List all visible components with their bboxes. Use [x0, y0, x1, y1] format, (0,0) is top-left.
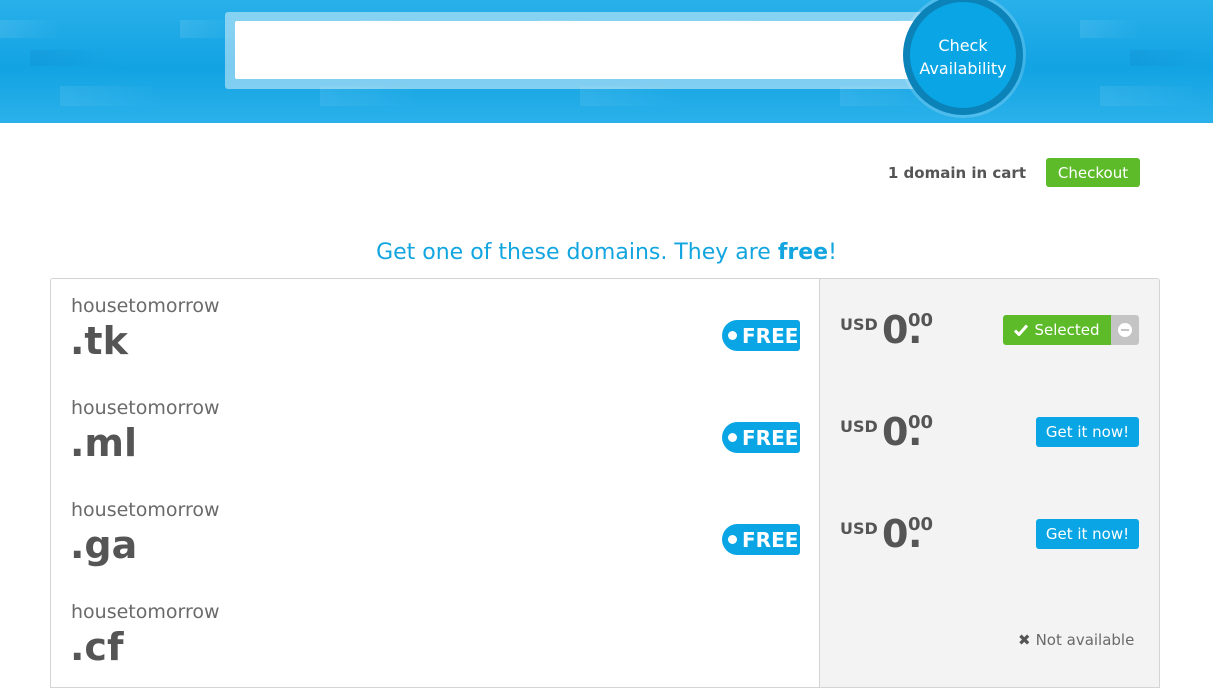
price-currency: USD	[840, 519, 878, 538]
domain-row: housetomorrow .ml FREE USD 0 . 00 Get it…	[51, 381, 1159, 483]
dot-icon	[728, 535, 737, 544]
domain-price-cell: ✖ Not available	[820, 585, 1159, 687]
dot-icon	[728, 433, 737, 442]
domain-name: housetomorrow	[71, 295, 220, 317]
domain-tld: .ga	[70, 523, 138, 567]
dot-icon	[728, 331, 737, 340]
heading-emphasis: free	[777, 240, 829, 265]
domain-price-cell: USD 0 . 00 Selected	[820, 279, 1159, 381]
cart-count-text: 1 domain in cart	[887, 164, 1026, 182]
domain-info-cell: housetomorrow .cf	[51, 585, 820, 687]
free-badge-label: FREE	[742, 425, 799, 450]
domain-info-cell: housetomorrow .ga FREE	[51, 483, 820, 585]
price-currency: USD	[840, 315, 878, 334]
selected-label: Selected	[1034, 321, 1100, 339]
free-badge: FREE	[722, 422, 800, 453]
not-available-status: ✖ Not available	[1018, 631, 1134, 649]
get-it-now-button[interactable]: Get it now!	[1036, 519, 1139, 549]
domain-tld: .tk	[70, 319, 128, 363]
domain-tld: .cf	[70, 625, 124, 669]
selected-button[interactable]: Selected	[1003, 315, 1111, 345]
not-available-label: Not available	[1035, 631, 1135, 649]
domain-price-cell: USD 0 . 00 Get it now!	[820, 483, 1159, 585]
domain-row: housetomorrow .cf ✖ Not available	[51, 585, 1159, 687]
free-badge-label: FREE	[742, 323, 799, 348]
heading-suffix: !	[828, 240, 837, 265]
checkout-button[interactable]: Checkout	[1046, 158, 1140, 187]
heading-prefix: Get one of these domains. They are	[376, 240, 778, 265]
minus-circle-icon	[1118, 323, 1132, 337]
price-currency: USD	[840, 417, 878, 436]
price-integer: 0	[882, 410, 909, 454]
price-decimal: 00	[908, 310, 934, 331]
free-badge: FREE	[722, 524, 800, 555]
price-integer: 0	[882, 512, 909, 556]
search-banner: Check Availability	[0, 0, 1213, 123]
domain-price-cell: USD 0 . 00 Get it now!	[820, 381, 1159, 483]
price-decimal: 00	[908, 514, 934, 535]
domain-name: housetomorrow	[71, 499, 220, 521]
domain-row: housetomorrow .tk FREE USD 0 . 00 Select…	[51, 279, 1159, 381]
free-badge-label: FREE	[742, 527, 799, 552]
domain-name: housetomorrow	[71, 397, 220, 419]
domain-search-input[interactable]	[235, 21, 915, 79]
domain-info-cell: housetomorrow .tk FREE	[51, 279, 820, 381]
free-domains-heading: Get one of these domains. They are free!	[0, 240, 1213, 265]
get-it-now-button[interactable]: Get it now!	[1036, 417, 1139, 447]
domain-name: housetomorrow	[71, 601, 220, 623]
check-availability-button[interactable]: Check Availability	[903, 0, 1023, 115]
search-box-frame	[225, 12, 925, 89]
domain-tld: .ml	[70, 421, 138, 465]
domain-results-table: housetomorrow .tk FREE USD 0 . 00 Select…	[50, 278, 1160, 688]
check-availability-line2: Availability	[919, 59, 1007, 78]
remove-from-cart-button[interactable]	[1111, 315, 1139, 345]
domain-info-cell: housetomorrow .ml FREE	[51, 381, 820, 483]
price-integer: 0	[882, 308, 909, 352]
price-decimal: 00	[908, 412, 934, 433]
x-icon: ✖	[1018, 631, 1031, 649]
check-icon	[1014, 324, 1029, 336]
domain-row: housetomorrow .ga FREE USD 0 . 00 Get it…	[51, 483, 1159, 585]
free-badge: FREE	[722, 320, 800, 351]
check-availability-line1: Check	[938, 36, 988, 55]
